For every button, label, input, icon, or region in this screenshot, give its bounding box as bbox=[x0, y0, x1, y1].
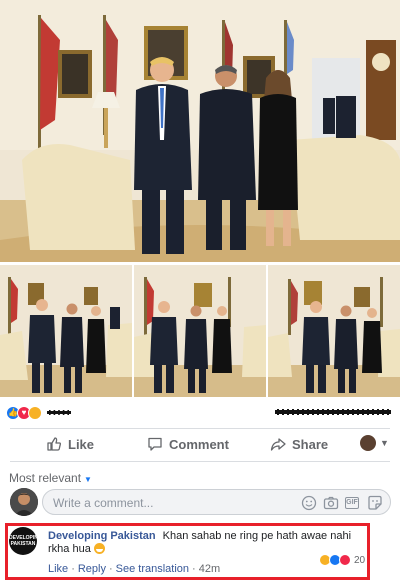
comment-body: Developing Pakistan Khan sahab ne ring p… bbox=[48, 530, 368, 556]
comment-meta: Like · Reply · See translation · 42m bbox=[48, 563, 221, 575]
comment-author-link[interactable]: Developing Pakistan bbox=[48, 530, 156, 542]
comment-button[interactable]: Comment bbox=[147, 436, 229, 452]
comment-reply-link[interactable]: Reply bbox=[78, 563, 106, 575]
post-action-bar: Like Comment Share ▼ bbox=[0, 430, 400, 460]
photo-thumbnail-3[interactable] bbox=[268, 265, 400, 397]
comment-composer[interactable]: GIF bbox=[42, 489, 391, 515]
like-label: Like bbox=[68, 436, 95, 452]
comment-reaction-count: 20 bbox=[354, 554, 366, 566]
comment-bubble-icon bbox=[148, 437, 162, 451]
redacted-reaction-count bbox=[46, 410, 72, 415]
main-photo[interactable] bbox=[0, 0, 400, 262]
gif-icon[interactable]: GIF bbox=[345, 497, 359, 509]
comment-input[interactable] bbox=[53, 495, 283, 510]
commenter-avatar[interactable]: DEVELOPING PAKISTAN bbox=[9, 527, 37, 555]
divider bbox=[10, 461, 390, 462]
commenter-avatar-text: DEVELOPING PAKISTAN bbox=[9, 535, 37, 547]
post-as-profile-selector[interactable]: ▼ bbox=[360, 435, 389, 451]
comment-label: Comment bbox=[169, 436, 229, 452]
camera-icon[interactable] bbox=[323, 495, 339, 511]
photo-thumbnail-2[interactable] bbox=[134, 265, 266, 397]
comment-like-link[interactable]: Like bbox=[48, 563, 68, 575]
user-avatar[interactable] bbox=[10, 488, 38, 516]
caret-down-icon: ▼ bbox=[84, 475, 92, 484]
divider bbox=[10, 428, 390, 429]
haha-reaction-icon bbox=[28, 406, 42, 420]
photo-thumbnail-1[interactable] bbox=[0, 265, 132, 397]
redacted-comment-share-count bbox=[274, 409, 392, 415]
comment-sort-dropdown[interactable]: Most relevant ▼ bbox=[9, 471, 92, 485]
reaction-icons[interactable]: 👍 ♥ bbox=[6, 406, 42, 420]
sort-label: Most relevant bbox=[9, 471, 82, 485]
see-translation-link[interactable]: See translation bbox=[116, 563, 189, 575]
reaction-summary[interactable]: 👍 ♥ bbox=[0, 403, 400, 423]
share-button[interactable]: Share bbox=[270, 436, 328, 452]
share-arrow-icon bbox=[270, 438, 286, 451]
user-avatar-icon bbox=[10, 488, 38, 516]
emoji-icon[interactable] bbox=[301, 495, 317, 511]
chevron-down-icon: ▼ bbox=[380, 438, 389, 448]
comment-reactions[interactable]: 20 bbox=[319, 554, 365, 566]
profile-avatar-icon bbox=[360, 435, 376, 451]
share-label: Share bbox=[292, 436, 329, 452]
like-button[interactable]: Like bbox=[46, 436, 94, 452]
grinning-emoji-icon bbox=[93, 543, 105, 554]
sticker-icon[interactable] bbox=[367, 495, 383, 511]
thumbs-up-icon bbox=[47, 437, 62, 451]
comment-timestamp[interactable]: 42m bbox=[199, 563, 220, 575]
love-reaction-icon bbox=[339, 554, 351, 566]
